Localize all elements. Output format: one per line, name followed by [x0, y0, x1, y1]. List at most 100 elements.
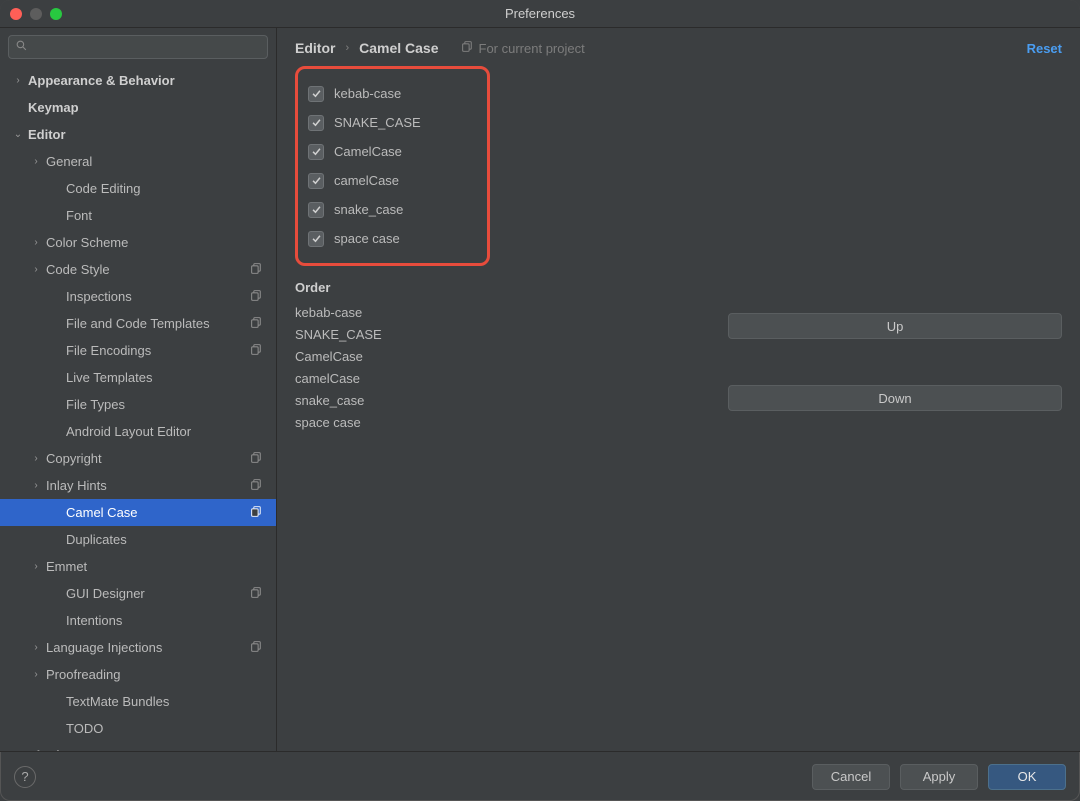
tree-item-label: GUI Designer	[66, 586, 250, 601]
search-icon	[15, 39, 28, 55]
sidebar: ›Appearance & Behavior Keymap ⌄ Editor › Gene…	[0, 28, 277, 751]
apply-button[interactable]: Apply	[900, 764, 978, 790]
chevron-right-icon: ›	[30, 237, 42, 248]
checkbox[interactable]	[308, 173, 324, 189]
project-scope-icon	[250, 316, 266, 332]
order-list-item[interactable]: snake_case	[295, 389, 382, 411]
tree-item[interactable]: Plugins	[0, 742, 276, 751]
window-maximize-button[interactable]	[50, 8, 62, 20]
chevron-right-icon: ›	[30, 642, 42, 653]
chevron-right-icon: ›	[30, 264, 42, 275]
tree-item-label: Language Injections	[46, 640, 250, 655]
tree-item-label: TextMate Bundles	[66, 694, 266, 709]
settings-tree[interactable]: ›Appearance & Behavior Keymap ⌄ Editor › Gene…	[0, 65, 276, 751]
tree-item-label: Color Scheme	[46, 235, 266, 250]
tree-item[interactable]: File Encodings	[0, 337, 276, 364]
checkbox[interactable]	[308, 202, 324, 218]
chevron-right-icon: ›	[30, 453, 42, 464]
project-scope-icon	[250, 505, 266, 521]
tree-item[interactable]: › Language Injections	[0, 634, 276, 661]
chevron-right-icon: ›	[30, 669, 42, 680]
cancel-button[interactable]: Cancel	[812, 764, 890, 790]
tree-item[interactable]: Keymap	[0, 94, 276, 121]
tree-item[interactable]: › Copyright	[0, 445, 276, 472]
tree-item[interactable]: TODO	[0, 715, 276, 742]
case-option-row[interactable]: CamelCase	[308, 137, 473, 166]
tree-item-label: Editor	[28, 127, 266, 142]
tree-item[interactable]: ›Emmet	[0, 553, 276, 580]
move-up-button[interactable]: Up	[728, 313, 1062, 339]
tree-item[interactable]: Android Layout Editor	[0, 418, 276, 445]
tree-item[interactable]: Live Templates	[0, 364, 276, 391]
tree-item-label: Emmet	[46, 559, 266, 574]
tree-item[interactable]: › General	[0, 148, 276, 175]
tree-item[interactable]: ›Inlay Hints	[0, 472, 276, 499]
tree-item[interactable]: ›Code Style	[0, 256, 276, 283]
tree-item-label: File Encodings	[66, 343, 250, 358]
chevron-right-icon: ›	[12, 75, 24, 86]
tree-item[interactable]: Camel Case	[0, 499, 276, 526]
project-scope-icon	[250, 640, 266, 656]
search-field[interactable]	[8, 35, 268, 59]
tree-item[interactable]: File Types	[0, 391, 276, 418]
case-option-row[interactable]: kebab-case	[308, 79, 473, 108]
case-option-row[interactable]: SNAKE_CASE	[308, 108, 473, 137]
tree-item[interactable]: File and Code Templates	[0, 310, 276, 337]
tree-item-label: Inspections	[66, 289, 250, 304]
help-button[interactable]: ?	[14, 766, 36, 788]
tree-item[interactable]: Intentions	[0, 607, 276, 634]
window-close-button[interactable]	[10, 8, 22, 20]
case-option-row[interactable]: camelCase	[308, 166, 473, 195]
tree-item-label: Android Layout Editor	[66, 424, 266, 439]
dialog-footer: ? Cancel Apply OK	[0, 751, 1080, 801]
order-list-item[interactable]: space case	[295, 411, 382, 433]
ok-button[interactable]: OK	[988, 764, 1066, 790]
checkbox-label: snake_case	[334, 202, 403, 217]
checkbox-label: camelCase	[334, 173, 399, 188]
tree-item-label: Keymap	[28, 100, 266, 115]
reset-link[interactable]: Reset	[1027, 41, 1062, 56]
tree-item[interactable]: Inspections	[0, 283, 276, 310]
checkbox[interactable]	[308, 115, 324, 131]
tree-item[interactable]: ⌄ Editor	[0, 121, 276, 148]
tree-item[interactable]: › Color Scheme	[0, 229, 276, 256]
tree-item-label: General	[46, 154, 266, 169]
case-option-row[interactable]: snake_case	[308, 195, 473, 224]
tree-item-label: File Types	[66, 397, 266, 412]
window-title: Preferences	[505, 6, 575, 21]
tree-item[interactable]: Code Editing	[0, 175, 276, 202]
order-list-item[interactable]: CamelCase	[295, 345, 382, 367]
tree-item-label: Live Templates	[66, 370, 266, 385]
chevron-right-icon: ›	[345, 42, 349, 54]
tree-item-label: Font	[66, 208, 266, 223]
tree-item[interactable]: Font	[0, 202, 276, 229]
search-input[interactable]	[32, 40, 261, 55]
content-panel: Editor › Camel Case For current project …	[277, 28, 1080, 751]
tree-item-label: Intentions	[66, 613, 266, 628]
tree-item[interactable]: ›Appearance & Behavior	[0, 67, 276, 94]
tree-item[interactable]: TextMate Bundles	[0, 688, 276, 715]
order-list-item[interactable]: kebab-case	[295, 301, 382, 323]
project-scope-icon	[250, 289, 266, 305]
checkbox[interactable]	[308, 231, 324, 247]
case-option-row[interactable]: space case	[308, 224, 473, 253]
tree-item[interactable]: Duplicates	[0, 526, 276, 553]
titlebar: Preferences	[0, 0, 1080, 28]
order-list[interactable]: kebab-caseSNAKE_CASECamelCasecamelCasesn…	[295, 301, 382, 433]
project-scope-icon	[250, 343, 266, 359]
chevron-down-icon: ⌄	[12, 129, 24, 140]
order-list-item[interactable]: camelCase	[295, 367, 382, 389]
chevron-right-icon: ›	[30, 156, 42, 167]
tree-item-label: Copyright	[46, 451, 250, 466]
checkbox[interactable]	[308, 86, 324, 102]
order-list-item[interactable]: SNAKE_CASE	[295, 323, 382, 345]
tree-item-label: Camel Case	[66, 505, 250, 520]
tree-item[interactable]: › Proofreading	[0, 661, 276, 688]
breadcrumb: Editor › Camel Case	[295, 40, 439, 56]
project-scope-icon	[250, 451, 266, 467]
tree-item[interactable]: GUI Designer	[0, 580, 276, 607]
tree-item-label: Proofreading	[46, 667, 266, 682]
checkbox[interactable]	[308, 144, 324, 160]
move-down-button[interactable]: Down	[728, 385, 1062, 411]
window-minimize-button[interactable]	[30, 8, 42, 20]
